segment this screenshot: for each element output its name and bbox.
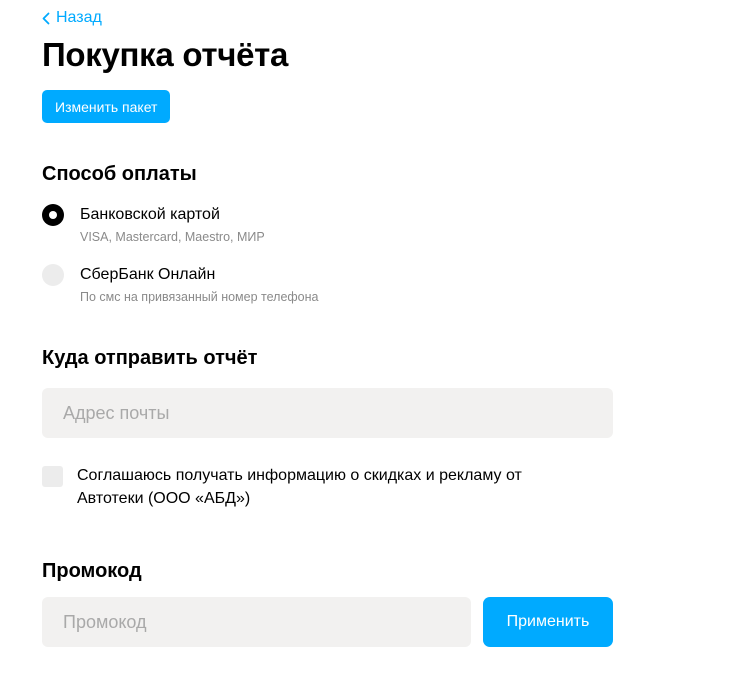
page-title: Покупка отчёта bbox=[42, 36, 289, 73]
radio-unselected-icon[interactable] bbox=[42, 264, 64, 286]
apply-promo-button[interactable]: Применить bbox=[483, 597, 613, 647]
email-field[interactable] bbox=[42, 388, 613, 438]
promo-section-title: Промокод bbox=[42, 560, 142, 582]
delivery-section-title: Куда отправить отчёт bbox=[42, 347, 258, 369]
back-link-label: Назад bbox=[56, 9, 102, 26]
payment-option-card[interactable]: Банковской картой VISA, Mastercard, Maes… bbox=[42, 204, 265, 244]
payment-option-label: Банковской картой bbox=[80, 206, 220, 223]
payment-option-sberbank[interactable]: СберБанк Онлайн По смс на привязанный но… bbox=[42, 264, 319, 304]
change-package-button[interactable]: Изменить пакет bbox=[42, 90, 171, 123]
consent-row[interactable]: Соглашаюсь получать информацию о скидках… bbox=[42, 464, 547, 510]
payment-option-label: СберБанк Онлайн bbox=[80, 266, 216, 283]
promo-code-input[interactable] bbox=[42, 597, 471, 647]
radio-selected-icon[interactable] bbox=[42, 204, 64, 226]
payment-section-title: Способ оплаты bbox=[42, 163, 197, 185]
payment-option-sublabel: По смс на привязанный номер телефона bbox=[80, 290, 319, 304]
back-link[interactable]: Назад bbox=[42, 9, 102, 27]
purchase-report-page: Назад Покупка отчёта Изменить пакет Спос… bbox=[0, 0, 750, 676]
consent-checkbox[interactable] bbox=[42, 466, 63, 487]
payment-option-sublabel: VISA, Mastercard, Maestro, МИР bbox=[80, 230, 265, 244]
consent-label: Соглашаюсь получать информацию о скидках… bbox=[77, 467, 522, 507]
chevron-left-icon bbox=[42, 12, 50, 24]
